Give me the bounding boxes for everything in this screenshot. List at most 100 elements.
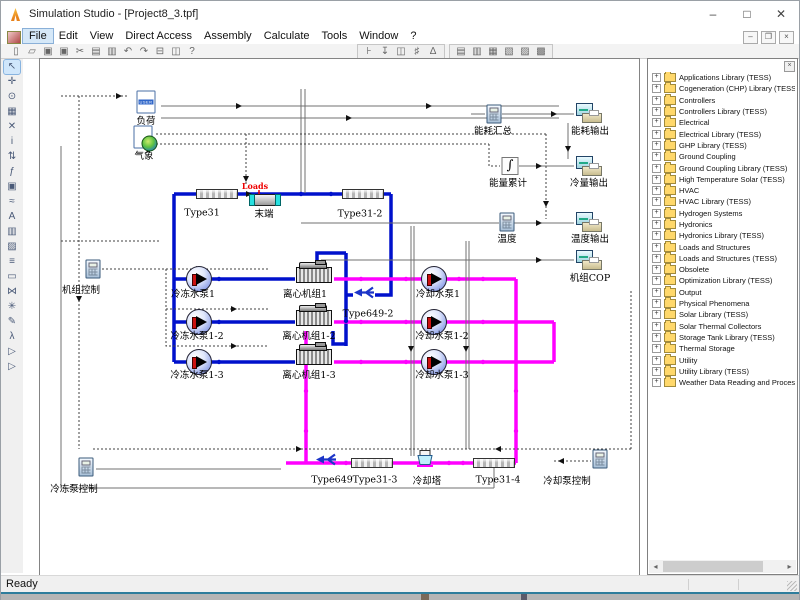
- tree-item-utility-library-tess[interactable]: +Utility Library (TESS): [650, 366, 795, 377]
- expander-icon[interactable]: +: [652, 209, 661, 218]
- layout-5-button[interactable]: ▨: [517, 45, 533, 58]
- expander-icon[interactable]: +: [652, 243, 661, 252]
- expander-icon[interactable]: +: [652, 175, 661, 184]
- redo-button[interactable]: ↷: [136, 45, 152, 58]
- tree-item-solar-library-tess[interactable]: +Solar Library (TESS): [650, 309, 795, 320]
- grid-view-tool[interactable]: ▥: [4, 225, 20, 239]
- expander-icon[interactable]: +: [652, 254, 661, 263]
- menu-[interactable]: ?: [404, 29, 422, 43]
- tree-item-hvac-library-tess[interactable]: +HVAC Library (TESS): [650, 196, 795, 207]
- expander-icon[interactable]: +: [652, 107, 661, 116]
- insert-down-button[interactable]: ↧: [377, 45, 393, 58]
- node-temperature-calc[interactable]: [500, 213, 515, 232]
- tree-item-solar-thermal-collectors[interactable]: +Solar Thermal Collectors: [650, 321, 795, 332]
- expander-icon[interactable]: +: [652, 197, 661, 206]
- zoom-tool[interactable]: ⊙: [4, 90, 20, 104]
- tree-item-hydronics-library-tess[interactable]: +Hydronics Library (TESS): [650, 230, 795, 241]
- schematic-canvas[interactable]: USER负荷气象Type31末端Type31-2冷冻水泵1离心机组1冷冻水泵1-…: [39, 58, 640, 576]
- close-button[interactable]: ✕: [765, 3, 797, 25]
- signal-wave-tool[interactable]: ≈: [4, 195, 20, 209]
- pan-tool[interactable]: ✛: [4, 75, 20, 89]
- node-type31[interactable]: [196, 189, 238, 199]
- expander-icon[interactable]: +: [652, 164, 661, 173]
- node-energy-output[interactable]: [576, 103, 602, 123]
- tree-item-hvac[interactable]: +HVAC: [650, 185, 795, 196]
- node-type31-4[interactable]: [473, 458, 515, 468]
- tree-item-loads-and-structures[interactable]: +Loads and Structures: [650, 241, 795, 252]
- node-unit-control[interactable]: [86, 260, 101, 279]
- menu-calculate[interactable]: Calculate: [258, 29, 316, 43]
- direct-access-tool[interactable]: ⇅: [4, 150, 20, 164]
- text-tool[interactable]: A: [4, 210, 20, 224]
- print-layout-tool[interactable]: ▭: [4, 270, 20, 284]
- layers-tool[interactable]: ≡: [4, 255, 20, 269]
- stamp-tool[interactable]: ▣: [4, 180, 20, 194]
- tree-item-obsolete[interactable]: +Obsolete: [650, 264, 795, 275]
- node-chiller-1[interactable]: [296, 267, 332, 283]
- menu-direct-access[interactable]: Direct Access: [119, 29, 198, 43]
- menu-window[interactable]: Window: [353, 29, 404, 43]
- select-tool[interactable]: ↖: [4, 60, 20, 74]
- probe-button[interactable]: ♯: [409, 45, 425, 58]
- link-tool-button[interactable]: ⊦: [361, 45, 377, 58]
- expander-icon[interactable]: +: [652, 220, 661, 229]
- save-button[interactable]: ▣: [40, 45, 56, 58]
- resize-grip[interactable]: [787, 581, 797, 591]
- tree-item-physical-phenomena[interactable]: +Physical Phenomena: [650, 298, 795, 309]
- measure-button[interactable]: ∆: [425, 45, 441, 58]
- expander-icon[interactable]: +: [652, 276, 661, 285]
- node-energy-summary[interactable]: [487, 105, 502, 124]
- node-cooling-tower[interactable]: [414, 450, 436, 473]
- tree-item-hydrogen-systems[interactable]: +Hydrogen Systems: [650, 208, 795, 219]
- tree-item-applications-library-tess[interactable]: +Applications Library (TESS): [650, 72, 795, 83]
- menu-view[interactable]: View: [84, 29, 120, 43]
- node-energy-integrator[interactable]: ∫: [502, 157, 519, 175]
- expander-icon[interactable]: +: [652, 344, 661, 353]
- document-icon[interactable]: [7, 31, 21, 44]
- grid-view-2-tool[interactable]: ▨: [4, 240, 20, 254]
- info-tool[interactable]: i: [4, 135, 20, 149]
- expander-icon[interactable]: +: [652, 356, 661, 365]
- tree-item-electrical-library-tess[interactable]: +Electrical Library (TESS): [650, 128, 795, 139]
- expander-icon[interactable]: +: [652, 265, 661, 274]
- tree-item-loads-and-structures-tess[interactable]: +Loads and Structures (TESS): [650, 253, 795, 264]
- menu-assembly[interactable]: Assembly: [198, 29, 258, 43]
- expander-icon[interactable]: +: [652, 288, 661, 297]
- expander-icon[interactable]: +: [652, 96, 661, 105]
- tree-item-ground-coupling[interactable]: +Ground Coupling: [650, 151, 795, 162]
- pen-tool[interactable]: ✎: [4, 315, 20, 329]
- scroll-right-icon[interactable]: ▸: [783, 560, 796, 573]
- node-diverter-type649[interactable]: [314, 452, 338, 473]
- cut-button[interactable]: ✂: [72, 45, 88, 58]
- tree-item-electrical[interactable]: +Electrical: [650, 117, 795, 128]
- expander-icon[interactable]: +: [652, 333, 661, 342]
- tree-item-high-temperature-solar-tess[interactable]: +High Temperature Solar (TESS): [650, 174, 795, 185]
- mdi-restore-button[interactable]: ❐: [761, 31, 776, 44]
- save-all-button[interactable]: ▣: [56, 45, 72, 58]
- expander-icon[interactable]: +: [652, 84, 661, 93]
- expander-icon[interactable]: +: [652, 378, 661, 387]
- tree-item-controllers[interactable]: +Controllers: [650, 95, 795, 106]
- node-cw-pump-control[interactable]: [593, 450, 608, 469]
- node-chiller-1-2[interactable]: [296, 310, 332, 326]
- tree-item-ghp-library-tess[interactable]: +GHP Library (TESS): [650, 140, 795, 151]
- delete-tool[interactable]: ✕: [4, 120, 20, 134]
- wrench-tool[interactable]: ƒ: [4, 165, 20, 179]
- node-unit-cop-output[interactable]: [576, 250, 602, 270]
- run-tool[interactable]: λ: [4, 330, 20, 344]
- scrollbar-thumb[interactable]: [663, 561, 763, 572]
- node-type31-2[interactable]: [342, 189, 384, 199]
- mdi-close-button[interactable]: ×: [779, 31, 794, 44]
- node-chiller-1-3[interactable]: [296, 349, 332, 365]
- tree-item-weather-data-reading-and-process[interactable]: +Weather Data Reading and Process: [650, 377, 795, 388]
- output-probe-tool[interactable]: ▦: [4, 105, 20, 119]
- expander-icon[interactable]: +: [652, 322, 661, 331]
- plug-tool[interactable]: ⋈: [4, 285, 20, 299]
- tree-item-cogeneration-chp-library-tess[interactable]: +Cogeneration (CHP) Library (TESS): [650, 83, 795, 94]
- panel-close-icon[interactable]: ×: [784, 61, 795, 72]
- tree-item-utility[interactable]: +Utility: [650, 354, 795, 365]
- node-diverter-type649-2[interactable]: [352, 285, 376, 306]
- tree-item-ground-coupling-library-tess[interactable]: +Ground Coupling Library (TESS): [650, 162, 795, 173]
- tree-item-output[interactable]: +Output: [650, 287, 795, 298]
- layout-2-button[interactable]: ▥: [469, 45, 485, 58]
